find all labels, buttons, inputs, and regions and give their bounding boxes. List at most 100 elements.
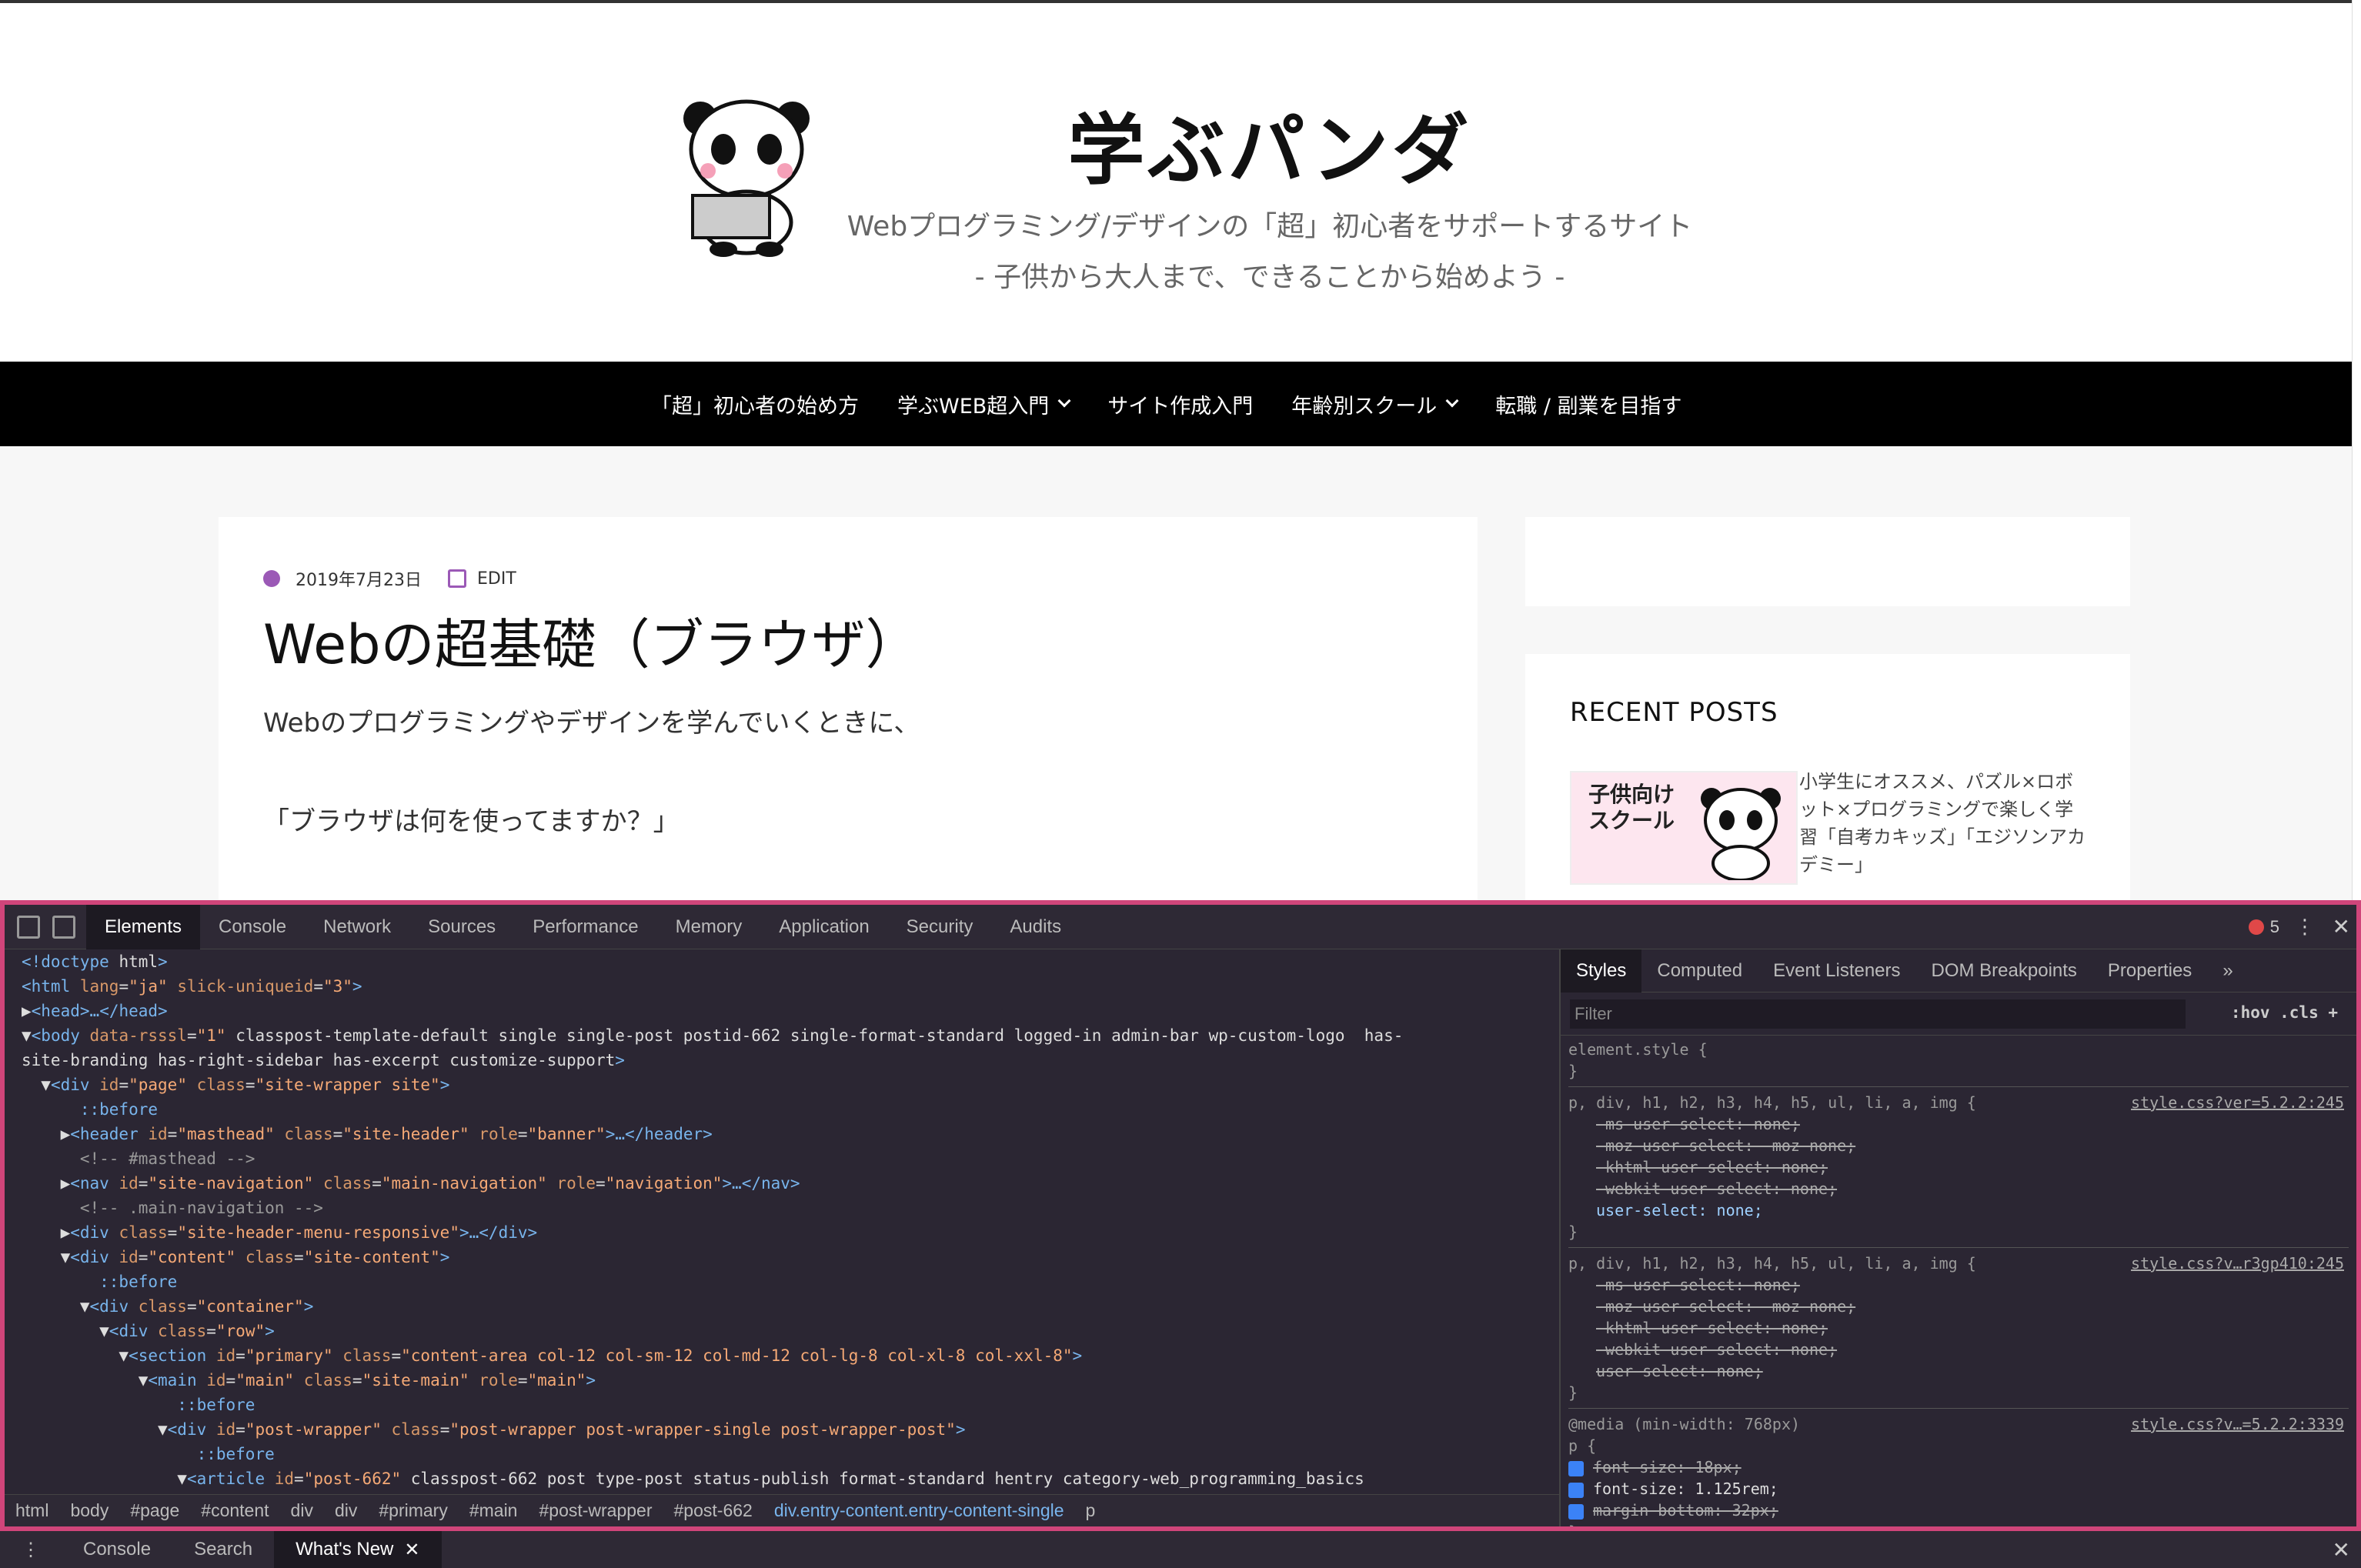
css-declaration[interactable]: user-select: none; — [1568, 1199, 2349, 1221]
dom-node-line[interactable]: ▼<div id="post-wrapper" class="post-wrap… — [5, 1417, 1559, 1442]
css-declaration[interactable]: -moz-user-select: -moz-none; — [1568, 1135, 2349, 1156]
chevron-down-icon[interactable] — [1445, 394, 1459, 408]
drawer-tab[interactable]: What's New ✕ — [274, 1531, 442, 1568]
dom-node-line[interactable]: ▼<div id="content" class="site-content"> — [5, 1245, 1559, 1269]
breadcrumb-item[interactable]: #main — [469, 1500, 518, 1521]
dom-node-line[interactable]: ▶<header id="masthead" class="site-heade… — [5, 1122, 1559, 1146]
dom-node-line[interactable]: <html lang="ja" slick-uniqueid="3"> — [5, 974, 1559, 999]
recent-post-thumbnail[interactable]: 子供向け スクール — [1570, 771, 1798, 885]
checkbox-checked-icon[interactable] — [1568, 1503, 1584, 1520]
filter-buttons[interactable]: :hov .cls + — [2231, 1003, 2338, 1022]
styles-tab[interactable]: Computed — [1641, 949, 1758, 993]
close-icon[interactable]: ✕ — [2333, 914, 2350, 939]
dom-node-line[interactable]: <!doctype html> — [5, 949, 1559, 974]
dom-node-line[interactable]: ▼<section id="primary" class="content-ar… — [5, 1343, 1559, 1368]
css-rule[interactable]: p, div, h1, h2, h3, h4, h5, ul, li, a, i… — [1568, 1092, 2349, 1248]
nav-item[interactable]: サイト作成入門 — [1107, 389, 1253, 419]
drawer-tab[interactable]: Search — [172, 1531, 274, 1568]
breadcrumb-item[interactable]: div — [291, 1500, 313, 1521]
devtools-tab-application[interactable]: Application — [760, 905, 887, 949]
css-declaration[interactable]: -ms-user-select: none; — [1568, 1274, 2349, 1296]
css-declaration[interactable]: -khtml-user-select: none; — [1568, 1156, 2349, 1178]
close-drawer-icon[interactable]: ✕ — [2333, 1537, 2350, 1563]
error-count[interactable]: 5 — [2248, 917, 2279, 937]
chevron-down-icon[interactable] — [1057, 394, 1071, 408]
css-source-link[interactable]: style.css?v…=5.2.2:3339 — [2131, 1413, 2344, 1435]
devtools-tab-sources[interactable]: Sources — [409, 905, 514, 949]
nav-item[interactable]: 年齢別スクール — [1291, 389, 1459, 419]
devtools-tab-performance[interactable]: Performance — [514, 905, 656, 949]
site-title[interactable]: 学ぶパンダ — [847, 88, 1693, 199]
dom-node-line[interactable]: ▼<div class="row"> — [5, 1319, 1559, 1343]
css-declaration[interactable]: -webkit-user-select: none; — [1568, 1339, 2349, 1360]
devtools-tab-console[interactable]: Console — [200, 905, 305, 949]
styles-tab[interactable]: » — [2207, 949, 2248, 993]
dom-node-line[interactable]: ▼<body data-rsssl="1" classpost-template… — [5, 1023, 1559, 1048]
more-options-icon[interactable]: ⋮ — [2295, 916, 2315, 939]
page-scrollbar[interactable] — [2352, 0, 2361, 900]
dom-node-line[interactable]: ::before — [5, 1269, 1559, 1294]
dom-node-line[interactable]: ::before — [5, 1097, 1559, 1122]
inspect-element-icon[interactable] — [17, 915, 40, 939]
breadcrumb-item[interactable]: body — [70, 1500, 109, 1521]
devtools-tab-elements[interactable]: Elements — [86, 904, 201, 949]
css-declaration[interactable]: -moz-user-select: -moz-none; — [1568, 1296, 2349, 1317]
dom-node-line[interactable]: ▶<div class="site-header-menu-responsive… — [5, 1220, 1559, 1245]
dom-node-line[interactable]: ▼<main id="main" class="site-main" role=… — [5, 1368, 1559, 1393]
css-declaration[interactable]: -khtml-user-select: none; — [1568, 1317, 2349, 1339]
styles-tab[interactable]: Styles — [1561, 949, 1642, 993]
dom-node-line[interactable]: ▼<div id="page" class="site-wrapper site… — [5, 1073, 1559, 1097]
nav-item[interactable]: 「超」初心者の始め方 — [651, 389, 859, 419]
devtools-tab-security[interactable]: Security — [888, 905, 992, 949]
dom-node-line[interactable]: ▼<div class="container"> — [5, 1294, 1559, 1319]
breadcrumb-item[interactable]: #primary — [379, 1500, 447, 1521]
dom-node-line[interactable]: ::before — [5, 1393, 1559, 1417]
checkbox-checked-icon[interactable] — [1568, 1460, 1584, 1476]
css-source-link[interactable]: style.css?ver=5.2.2:245 — [2131, 1092, 2344, 1113]
close-icon[interactable]: ✕ — [404, 1539, 419, 1561]
css-rule[interactable]: p, div, h1, h2, h3, h4, h5, ul, li, a, i… — [1568, 1253, 2349, 1409]
breadcrumb-item[interactable]: div — [335, 1500, 357, 1521]
edit-icon[interactable] — [447, 569, 466, 588]
nav-item[interactable]: 学ぶWEB超入門 — [897, 389, 1071, 419]
css-declaration[interactable]: user-select: none; — [1568, 1360, 2349, 1382]
devtools-tab-network[interactable]: Network — [305, 905, 409, 949]
css-source-link[interactable]: style.css?v…r3gp410:245 — [2131, 1253, 2344, 1274]
devtools-tab-audits[interactable]: Audits — [991, 905, 1080, 949]
styles-filter-input[interactable]: Filter — [1570, 999, 2186, 1029]
dom-node-line[interactable]: <!-- .main-navigation --> — [5, 1196, 1559, 1220]
device-toolbar-icon[interactable] — [52, 915, 75, 939]
devtools-tab-memory[interactable]: Memory — [657, 905, 761, 949]
styles-tab[interactable]: Event Listeners — [1758, 949, 1915, 993]
breadcrumb-item[interactable]: html — [15, 1500, 48, 1521]
dom-node-line[interactable]: site-branding has-right-sidebar has-exce… — [5, 1048, 1559, 1073]
css-declaration[interactable]: font-size: 18px; — [1568, 1456, 2349, 1478]
recent-post-link[interactable]: 小学生にオススメ、パズル×ロボット×プログラミングで楽しく学習「自考カキッズ」「… — [1799, 768, 2092, 879]
dom-node-line[interactable]: ▼<article id="post-662" classpost-662 po… — [5, 1466, 1559, 1491]
breadcrumb-item[interactable]: div.entry-content.entry-content-single — [774, 1500, 1064, 1521]
css-declaration[interactable]: -ms-user-select: none; — [1568, 1113, 2349, 1135]
css-declaration[interactable]: font-size: 1.125rem; — [1568, 1478, 2349, 1500]
post-edit-link[interactable]: EDIT — [477, 569, 516, 589]
drawer-tab[interactable]: Console — [62, 1531, 172, 1568]
breadcrumb-item[interactable]: #post-wrapper — [539, 1500, 652, 1521]
drawer-menu-icon[interactable]: ⋮ — [0, 1531, 62, 1568]
breadcrumb-item[interactable]: p — [1086, 1500, 1096, 1521]
breadcrumb-item[interactable]: #page — [130, 1500, 179, 1521]
elements-tree[interactable]: <!doctype html> <html lang="ja" slick-uni… — [5, 949, 1559, 1494]
css-declaration[interactable]: -webkit-user-select: none; — [1568, 1178, 2349, 1199]
post-date[interactable]: 2019年7月23日 — [296, 566, 422, 591]
dom-node-line[interactable]: <!-- #masthead --> — [5, 1146, 1559, 1171]
dom-node-line[interactable]: ▶<nav id="site-navigation" class="main-n… — [5, 1171, 1559, 1196]
nav-item[interactable]: 転職 / 副業を目指す — [1495, 389, 1681, 419]
styles-tab[interactable]: Properties — [2092, 949, 2207, 993]
dom-node-line[interactable]: ::before — [5, 1442, 1559, 1466]
css-declaration[interactable]: margin-bottom: 32px; — [1568, 1500, 2349, 1521]
checkbox-checked-icon[interactable] — [1568, 1482, 1584, 1498]
breadcrumb-item[interactable]: #post-662 — [674, 1500, 753, 1521]
dom-node-line[interactable]: ▶<head>…</head> — [5, 999, 1559, 1023]
css-rule[interactable]: element.style {} — [1568, 1039, 2349, 1087]
styles-tab[interactable]: DOM Breakpoints — [1916, 949, 2092, 993]
css-rule[interactable]: @media (min-width: 768px) p {style.css?v…… — [1568, 1413, 2349, 1526]
breadcrumb-item[interactable]: #content — [201, 1500, 269, 1521]
